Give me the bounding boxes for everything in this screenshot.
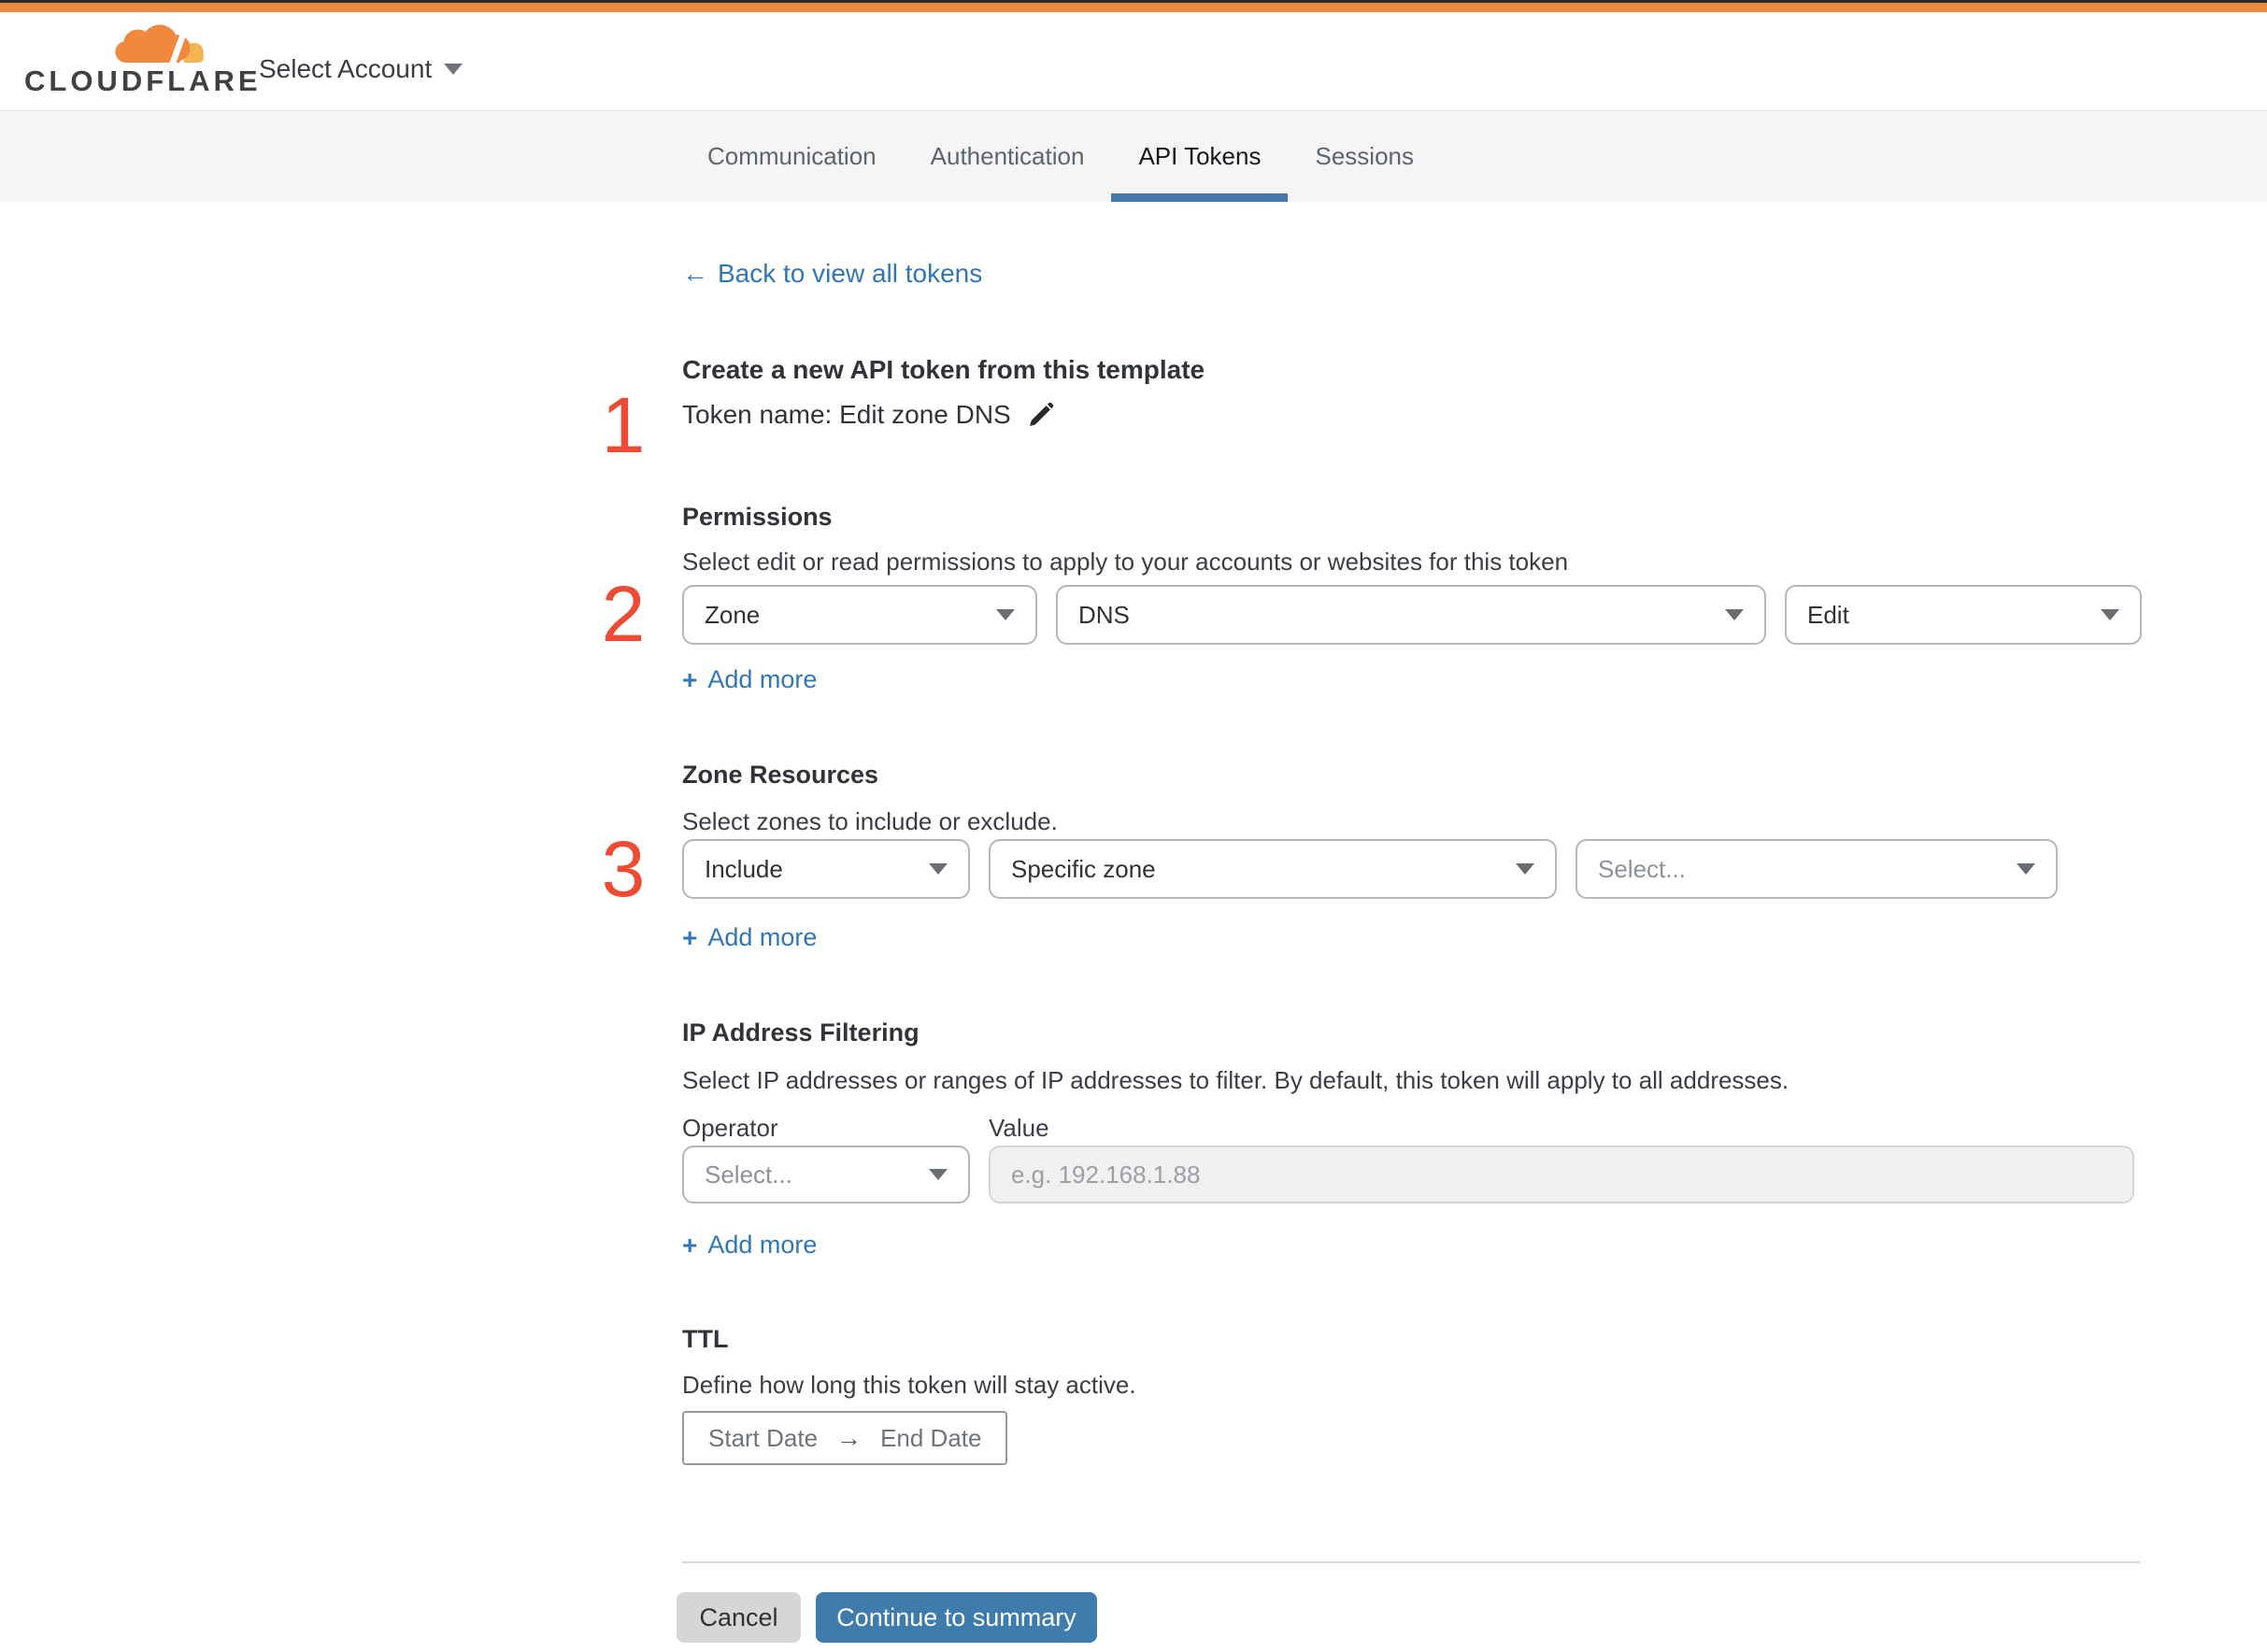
step-number-1: 1	[601, 381, 646, 469]
zone-resources-description: Select zones to include or exclude.	[682, 807, 1058, 835]
value-label: Value	[989, 1114, 1049, 1142]
caret-down-icon	[2101, 609, 2119, 620]
tab-communication[interactable]: Communication	[680, 111, 904, 202]
token-name-text: Token name: Edit zone DNS	[682, 400, 1011, 429]
token-name-row: Token name: Edit zone DNS	[682, 400, 1056, 430]
permission-scope-select[interactable]: Zone	[682, 585, 1037, 645]
cloudflare-wordmark: CLOUDFLARE	[24, 64, 262, 97]
plus-icon: +	[682, 664, 698, 694]
footer-actions: Cancel Continue to summary	[677, 1592, 1097, 1643]
ip-filtering-heading: IP Address Filtering	[682, 1018, 920, 1047]
plus-icon: +	[682, 922, 698, 952]
active-tab-underline	[1111, 193, 1289, 202]
permission-access-select[interactable]: Edit	[1785, 585, 2142, 645]
zone-type-select[interactable]: Specific zone	[989, 839, 1557, 899]
account-selector-label: Select Account	[259, 54, 433, 83]
step-number-2: 2	[601, 570, 646, 658]
add-more-label: Add more	[707, 923, 818, 951]
api-token-template-page: CLOUDFLARE Select Account Communication …	[0, 0, 2267, 1652]
ip-filtering-add-more-link[interactable]: + Add more	[682, 1231, 817, 1260]
zone-resources-add-more-link[interactable]: + Add more	[682, 923, 817, 952]
brand-orange-bar	[0, 3, 2267, 12]
caret-down-icon	[1725, 609, 1744, 620]
zone-picker-select[interactable]: Select...	[1575, 839, 2058, 899]
select-value: Zone	[705, 600, 761, 629]
chevron-down-icon	[444, 64, 463, 75]
cancel-button[interactable]: Cancel	[677, 1592, 801, 1643]
select-value: Edit	[1807, 600, 1849, 629]
edit-pencil-icon[interactable]	[1026, 400, 1056, 430]
step-number-3: 3	[601, 825, 646, 913]
select-placeholder: Select...	[1598, 854, 1686, 883]
start-date-placeholder: Start Date	[708, 1423, 819, 1452]
select-placeholder: Select...	[705, 1160, 792, 1189]
caret-down-icon	[2017, 863, 2035, 875]
permission-service-select[interactable]: DNS	[1056, 585, 1766, 645]
ttl-date-range-picker[interactable]: Start Date → End Date	[682, 1411, 1008, 1465]
caret-down-icon	[996, 609, 1015, 620]
plus-icon: +	[682, 1230, 698, 1260]
cloudflare-logo: CLOUDFLARE	[24, 23, 262, 98]
zone-resources-heading: Zone Resources	[682, 761, 879, 789]
select-value: Specific zone	[1011, 854, 1156, 883]
ip-value-input[interactable]	[989, 1146, 2134, 1203]
tabs: Communication Authentication API Tokens …	[680, 111, 1441, 202]
caret-down-icon	[1516, 863, 1534, 875]
permissions-row: Zone DNS Edit	[682, 585, 2142, 645]
tab-api-tokens[interactable]: API Tokens	[1111, 111, 1289, 202]
select-value: Include	[705, 854, 783, 883]
end-date-placeholder: End Date	[880, 1423, 982, 1452]
profile-tab-bar: Communication Authentication API Tokens …	[0, 110, 2267, 202]
back-link-label: Back to view all tokens	[718, 259, 983, 288]
ip-filtering-row: Select...	[682, 1146, 2134, 1203]
footer-divider	[682, 1561, 2140, 1563]
tab-label: API Tokens	[1138, 142, 1262, 170]
select-value: DNS	[1078, 600, 1130, 629]
continue-to-summary-button[interactable]: Continue to summary	[816, 1592, 1097, 1643]
zone-resources-row: Include Specific zone Select...	[682, 839, 2058, 899]
tab-label: Authentication	[930, 142, 1085, 170]
cloudflare-cloud-icon	[115, 24, 204, 63]
permissions-description: Select edit or read permissions to apply…	[682, 548, 1569, 576]
add-more-label: Add more	[707, 1231, 818, 1259]
app-header: CLOUDFLARE Select Account	[0, 12, 2267, 110]
ttl-description: Define how long this token will stay act…	[682, 1371, 1136, 1399]
tab-sessions[interactable]: Sessions	[1288, 111, 1441, 202]
caret-down-icon	[929, 863, 948, 875]
tab-authentication[interactable]: Authentication	[904, 111, 1112, 202]
back-arrow-icon: ←	[682, 259, 708, 288]
permissions-heading: Permissions	[682, 503, 833, 531]
operator-label: Operator	[682, 1114, 778, 1142]
zone-mode-select[interactable]: Include	[682, 839, 970, 899]
tab-label: Sessions	[1315, 142, 1414, 170]
ip-operator-select[interactable]: Select...	[682, 1146, 970, 1203]
caret-down-icon	[929, 1169, 948, 1180]
ttl-heading: TTL	[682, 1325, 729, 1353]
account-selector[interactable]: Select Account	[259, 42, 463, 96]
tab-label: Communication	[707, 142, 877, 170]
ip-filtering-description: Select IP addresses or ranges of IP addr…	[682, 1066, 1789, 1094]
arrow-right-icon: →	[836, 1423, 863, 1452]
add-more-label: Add more	[707, 665, 818, 693]
permissions-add-more-link[interactable]: + Add more	[682, 665, 817, 694]
back-to-tokens-link[interactable]: ← Back to view all tokens	[682, 259, 982, 289]
page-title: Create a new API token from this templat…	[682, 355, 1205, 384]
